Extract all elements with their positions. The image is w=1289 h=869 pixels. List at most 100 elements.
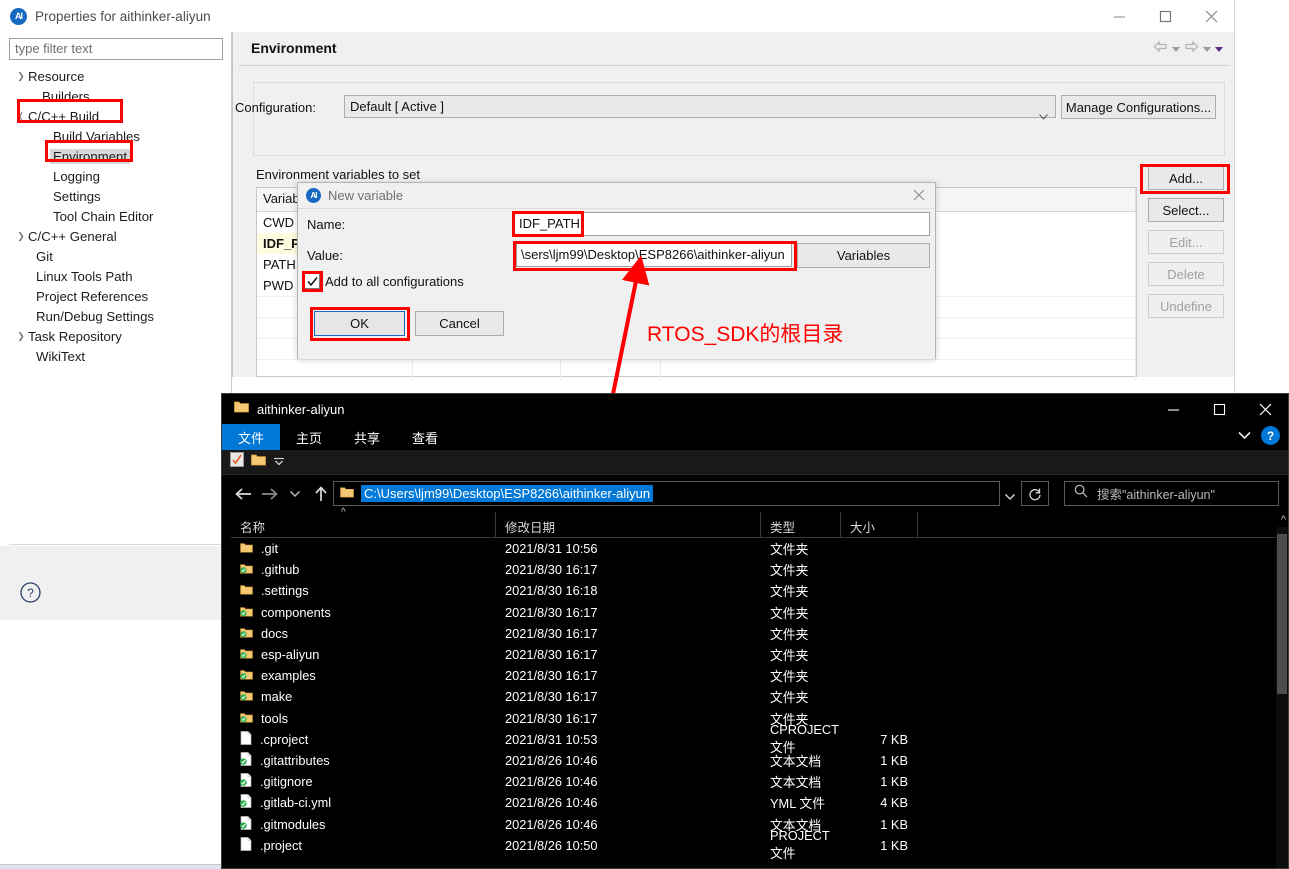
name-field[interactable]: IDF_PATH [514, 212, 930, 236]
tree-item-linux-tools-path[interactable]: Linux Tools Path [0, 266, 232, 286]
help-icon[interactable]: ? [1261, 426, 1280, 445]
new-folder-icon[interactable] [251, 453, 266, 471]
forward-arrow-icon[interactable] [1184, 40, 1199, 58]
cancel-button[interactable]: Cancel [415, 311, 504, 336]
file-row[interactable]: tools 2021/8/30 16:17 文件夹 [231, 708, 1279, 729]
close-icon[interactable] [913, 188, 925, 206]
settings-tree: ❯ Resource Builders ❬ C/C++ Build Build … [0, 66, 232, 366]
ribbon-tab-view[interactable]: 查看 [396, 424, 454, 450]
scroll-up-icon[interactable]: ^ [1281, 514, 1286, 526]
file-row[interactable]: .gitmodules 2021/8/26 10:46 文本文档 1 KB [231, 813, 1279, 834]
tree-item-builders[interactable]: Builders [0, 86, 232, 106]
minimize-icon[interactable] [1150, 394, 1196, 424]
help-question-icon[interactable]: ? [19, 581, 42, 604]
column-header-date[interactable]: 修改日期 [496, 512, 761, 538]
file-row[interactable]: .gitignore 2021/8/26 10:46 文本文档 1 KB [231, 771, 1279, 792]
file-type: 文本文档 [770, 775, 822, 791]
edit-button: Edit... [1148, 230, 1224, 254]
address-input[interactable]: C:\Users\ljm99\Desktop\ESP8266\aithinker… [333, 481, 1000, 506]
arrow-right-icon[interactable] [256, 479, 282, 509]
forward-dropdown-caret-icon[interactable] [1203, 46, 1211, 52]
tree-item-resource[interactable]: ❯ Resource [0, 66, 232, 86]
file-row[interactable]: .settings 2021/8/30 16:18 文件夹 [231, 580, 1279, 601]
file-synced-icon [240, 794, 252, 811]
column-header-spacer [918, 512, 1279, 538]
file-date: 2021/8/26 10:46 [505, 816, 598, 832]
tree-item-task-repository[interactable]: ❯ Task Repository [0, 326, 232, 346]
address-dropdown-icon[interactable] [1004, 488, 1016, 506]
file-synced-icon [240, 773, 252, 790]
tree-item-wikitext[interactable]: WikiText [0, 346, 232, 366]
new-variable-titlebar: AI New variable [298, 183, 935, 208]
file-name: .gitattributes [260, 752, 330, 768]
value-field[interactable]: \sers\ljm99\Desktop\ESP8266\aithinker-al… [516, 243, 792, 267]
chevron-right-icon[interactable]: ❯ [14, 331, 28, 342]
minimize-icon[interactable] [1096, 0, 1142, 32]
file-row[interactable]: .github 2021/8/30 16:17 文件夹 [231, 559, 1279, 580]
tree-item-settings[interactable]: Settings [0, 186, 232, 206]
customize-caret-icon[interactable] [273, 453, 285, 471]
close-icon[interactable] [1188, 0, 1234, 32]
manage-configurations-button[interactable]: Manage Configurations... [1061, 95, 1216, 119]
file-type: 文件夹 [770, 669, 809, 685]
properties-icon[interactable] [230, 452, 244, 472]
menu-caret-icon[interactable] [1215, 46, 1223, 52]
tree-item-label: Run/Debug Settings [36, 308, 155, 324]
tree-item-build-variables[interactable]: Build Variables [0, 126, 232, 146]
search-input[interactable]: 搜索"aithinker-aliyun" [1064, 481, 1279, 506]
file-date: 2021/8/30 16:17 [505, 625, 598, 641]
select-button[interactable]: Select... [1148, 198, 1224, 222]
file-row[interactable]: esp-aliyun 2021/8/30 16:17 文件夹 [231, 644, 1279, 665]
tree-item-project-references[interactable]: Project References [0, 286, 232, 306]
tree-item-git[interactable]: Git [0, 246, 232, 266]
ok-button[interactable]: OK [314, 311, 405, 336]
chevron-right-icon[interactable]: ❯ [14, 231, 28, 242]
close-icon[interactable] [1242, 394, 1288, 424]
filter-input[interactable]: type filter text [9, 38, 223, 60]
back-arrow-icon[interactable] [1153, 40, 1168, 58]
add-button[interactable]: Add... [1148, 166, 1224, 190]
chevron-down-icon[interactable]: ❬ [14, 111, 28, 122]
tree-item-c-cpp-build[interactable]: ❬ C/C++ Build [0, 106, 232, 126]
tree-item-label: Git [36, 248, 53, 264]
chevron-down-icon[interactable] [1238, 427, 1251, 445]
tree-item-label: C/C++ Build [28, 108, 100, 124]
explorer-address-bar: C:\Users\ljm99\Desktop\ESP8266\aithinker… [222, 475, 1288, 512]
scrollbar-thumb[interactable] [1277, 534, 1287, 694]
file-row[interactable]: .gitattributes 2021/8/26 10:46 文本文档 1 KB [231, 750, 1279, 771]
refresh-icon[interactable] [1021, 481, 1049, 506]
ribbon-tab-share[interactable]: 共享 [338, 424, 396, 450]
file-row[interactable]: .git 2021/8/31 10:56 文件夹 [231, 538, 1279, 559]
tree-item-c-cpp-general[interactable]: ❯ C/C++ General [0, 226, 232, 246]
back-dropdown-caret-icon[interactable] [1172, 46, 1180, 52]
file-list[interactable]: .git 2021/8/31 10:56 文件夹 .github 2021/8/30 … [231, 538, 1279, 868]
file-row[interactable]: .gitlab-ci.yml 2021/8/26 10:46 YML 文件 4 KB [231, 792, 1279, 813]
add-to-all-configurations-checkbox[interactable] [304, 273, 320, 289]
column-header-type[interactable]: 类型 [761, 512, 841, 538]
arrow-up-icon[interactable] [308, 479, 334, 509]
ribbon-tab-file[interactable]: 文件 [222, 424, 281, 450]
file-row[interactable]: examples 2021/8/30 16:17 文件夹 [231, 665, 1279, 686]
file-row[interactable]: components 2021/8/30 16:17 文件夹 [231, 602, 1279, 623]
chevron-down-icon[interactable] [282, 479, 308, 509]
header-divider [239, 65, 1229, 66]
column-header-name[interactable]: 名称 ^ [231, 507, 496, 538]
ribbon-tab-home[interactable]: 主页 [280, 424, 338, 450]
variables-button[interactable]: Variables [797, 243, 930, 268]
tree-item-run-debug-settings[interactable]: Run/Debug Settings [0, 306, 232, 326]
chevron-down-icon[interactable] [1039, 105, 1048, 126]
file-row[interactable]: .cproject 2021/8/31 10:53 CPROJECT 文件 7 KB [231, 722, 1279, 755]
file-row[interactable]: docs 2021/8/30 16:17 文件夹 [231, 623, 1279, 644]
tree-item-environment[interactable]: Environment [0, 146, 232, 166]
file-row[interactable]: .project 2021/8/26 10:50 PROJECT 文件 1 KB [231, 828, 1279, 861]
chevron-right-icon[interactable]: ❯ [14, 71, 28, 82]
tree-item-tool-chain-editor[interactable]: Tool Chain Editor [0, 206, 232, 226]
tree-item-logging[interactable]: Logging [0, 166, 232, 186]
arrow-left-icon[interactable] [230, 479, 256, 509]
maximize-icon[interactable] [1142, 0, 1188, 32]
file-row[interactable]: make 2021/8/30 16:17 文件夹 [231, 686, 1279, 707]
maximize-icon[interactable] [1196, 394, 1242, 424]
configuration-select[interactable]: Default [ Active ] [344, 95, 1056, 120]
column-header-size[interactable]: 大小 [841, 512, 918, 538]
eclipse-ai-icon: AI [306, 188, 321, 203]
